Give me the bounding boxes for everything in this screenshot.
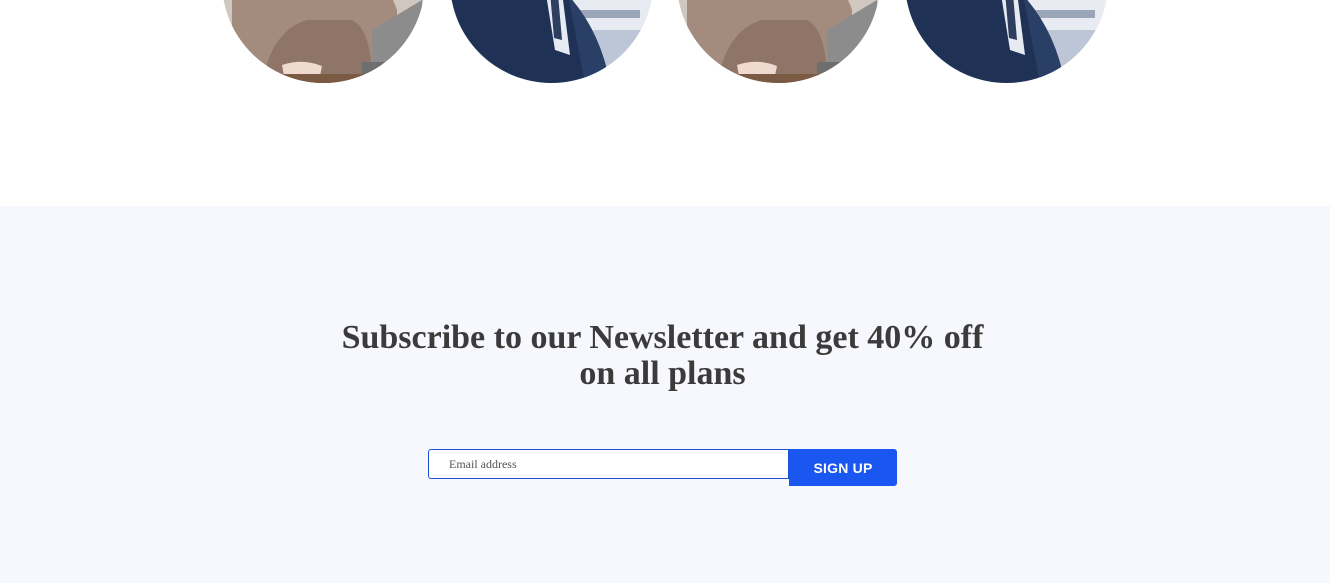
man-suit-office-photo: [905, 0, 1108, 83]
man-suit-office-photo: [450, 0, 653, 83]
email-input[interactable]: [428, 449, 789, 479]
team-section: [0, 0, 1330, 206]
subscribe-form: SIGN UP: [428, 449, 898, 486]
newsletter-title: Subscribe to our Newsletter and get 40% …: [341, 319, 984, 392]
team-member-photo: [450, 0, 653, 83]
team-member-photo: [222, 0, 425, 83]
sign-up-button[interactable]: SIGN UP: [789, 449, 897, 486]
team-member-photo: [677, 0, 880, 83]
woman-hijab-laptop-photo: [222, 0, 425, 83]
newsletter-section: Subscribe to our Newsletter and get 40% …: [0, 206, 1330, 583]
woman-hijab-laptop-photo: [677, 0, 880, 83]
team-member-photo: [905, 0, 1108, 83]
